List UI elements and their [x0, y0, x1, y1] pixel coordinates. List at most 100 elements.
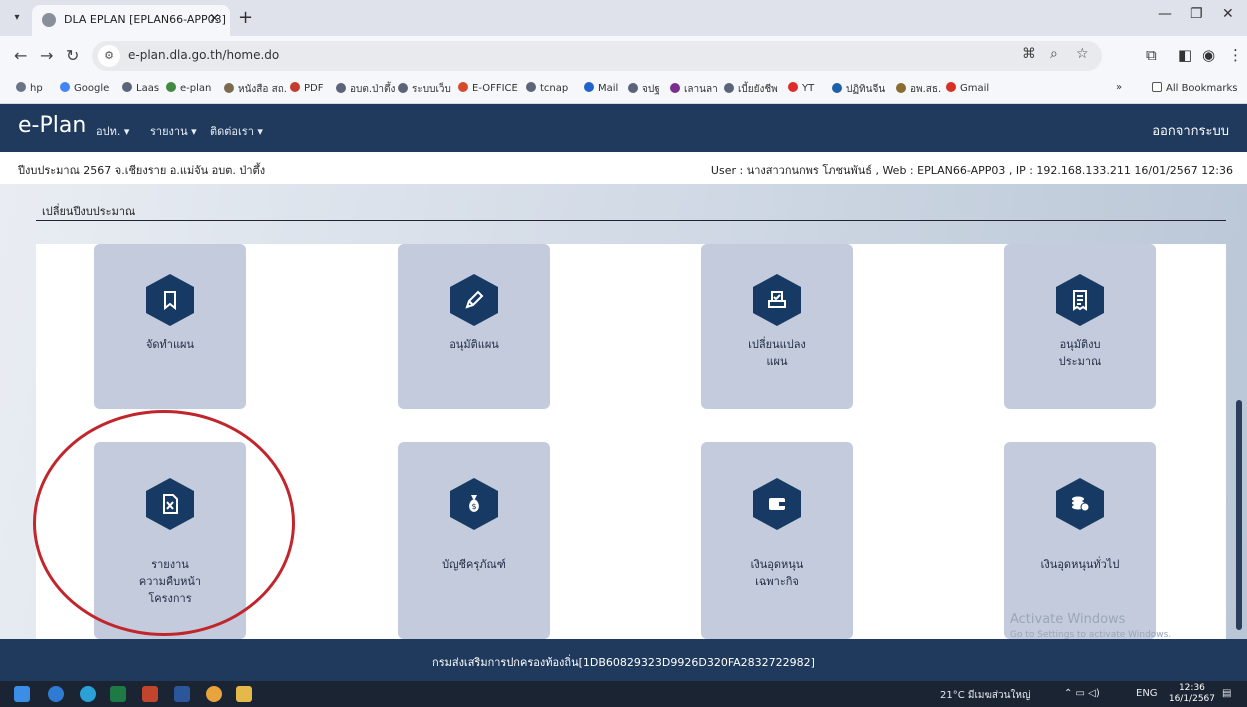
bookmark-0[interactable]: hp	[16, 82, 43, 94]
bookmark-2[interactable]: Laas	[122, 82, 159, 94]
site-favicon-icon	[42, 13, 56, 27]
url-text[interactable]: e-plan.dla.go.th/home.do	[128, 48, 279, 62]
tile-specific-grant[interactable]: เงินอุดหนุน เฉพาะกิจ	[701, 442, 853, 639]
omnibox[interactable]: ⚙ e-plan.dla.go.th/home.do ⌘ ⌕ ☆	[92, 41, 1102, 71]
windows-start-icon[interactable]	[14, 686, 30, 702]
excel-icon[interactable]	[110, 686, 126, 702]
language-indicator[interactable]: ENG	[1136, 688, 1158, 699]
tile-equipment[interactable]: $ บัญชีครุภัณฑ์	[398, 442, 550, 639]
site-info-icon[interactable]: ⚙	[98, 45, 120, 67]
windows-taskbar: 21°C มีเมฆส่วนใหญ่ ⌃ ▭ ◁) ENG 12:36 16/1/…	[0, 681, 1247, 707]
bookmark-6[interactable]: อบต.ป่าตึ้ง	[336, 82, 395, 97]
extensions-icon[interactable]: ⧉	[1146, 46, 1157, 64]
side-panel-icon[interactable]: ◧	[1178, 46, 1192, 64]
bookmark-11[interactable]: จปฐ	[628, 82, 660, 97]
tab-close-icon[interactable]: ×	[209, 11, 220, 26]
scrollbar[interactable]	[1236, 400, 1242, 630]
bookmark-1[interactable]: Google	[60, 82, 109, 94]
bookmark-17[interactable]: Gmail	[946, 82, 989, 94]
bookmark-label: ระบบเว็บ	[412, 84, 451, 95]
zoom-icon[interactable]: ⌕	[1050, 46, 1058, 62]
search-icon[interactable]	[80, 686, 96, 702]
bookmark-label: เลานลา	[684, 84, 718, 95]
forward-icon[interactable]: →	[40, 46, 53, 65]
tile-label: จัดทำแผน	[145, 338, 195, 351]
browser-tab[interactable]: DLA EPLAN [EPLAN66-APP03] ×	[32, 5, 230, 36]
bookmark-label: จปฐ	[642, 84, 660, 95]
menu-lao[interactable]: อปท. ▾	[96, 122, 129, 140]
tile-plan-approve[interactable]: อนุมัติแผน	[398, 244, 550, 409]
reload-icon[interactable]: ↻	[66, 46, 79, 65]
tile-label: เงินอุดหนุน เฉพาะกิจ	[750, 558, 804, 588]
bookmark-15[interactable]: ปฏิทินจีน	[832, 82, 885, 97]
bookmark-14[interactable]: YT	[788, 82, 814, 94]
bookmark-7[interactable]: ระบบเว็บ	[398, 82, 451, 97]
bookmark-10[interactable]: Mail	[584, 82, 618, 94]
close-window-icon[interactable]: ✕	[1222, 6, 1234, 22]
all-bookmarks[interactable]: All Bookmarks	[1152, 82, 1237, 94]
clock[interactable]: 12:36 16/1/2567	[1169, 683, 1215, 705]
back-icon[interactable]: ←	[14, 46, 27, 65]
tab-search-icon[interactable]: ▾	[8, 9, 26, 27]
maximize-icon[interactable]: ❐	[1190, 6, 1203, 22]
tile-plan-change[interactable]: เปลี่ยนแปลง แผน	[701, 244, 853, 409]
new-tab-icon[interactable]: +	[238, 7, 253, 28]
coins-icon	[1056, 478, 1104, 530]
minimize-icon[interactable]: —	[1158, 6, 1172, 22]
bookmark-label: เบี้ยยังชีพ	[738, 84, 778, 95]
bookmark-label: Laas	[136, 83, 160, 94]
bookmark-favicon-icon	[122, 82, 132, 92]
user-info: User : นางสาวกนกพร โภชนพันธ์ , Web : EPL…	[710, 164, 1233, 177]
bookmark-favicon-icon	[336, 83, 346, 93]
bookmark-label: e-plan	[180, 83, 212, 94]
bookmark-16[interactable]: อพ.สธ.	[896, 82, 941, 97]
fiscal-info: ปีงบประมาณ 2567 จ.เชียงราย อ.แม่จัน อบต.…	[18, 164, 266, 177]
bookmark-13[interactable]: เบี้ยยังชีพ	[724, 82, 778, 97]
tile-plan-create[interactable]: จัดทำแผน	[94, 244, 246, 409]
bookmark-4[interactable]: หนังสือ สถ.	[224, 82, 287, 97]
menu-icon[interactable]: ⋮	[1228, 46, 1243, 64]
bookmark-favicon-icon	[224, 83, 234, 93]
bookmark-3[interactable]: e-plan	[166, 82, 211, 94]
bookmark-favicon-icon	[946, 82, 956, 92]
bookmark-favicon-icon	[896, 83, 906, 93]
word-icon[interactable]	[174, 686, 190, 702]
file-explorer-icon[interactable]	[236, 686, 252, 702]
bookmark-label: Mail	[598, 83, 619, 94]
bookmarks-more[interactable]: »	[1116, 82, 1122, 93]
bookmark-label: E-OFFICE	[472, 83, 518, 94]
edge-icon[interactable]	[48, 686, 64, 702]
tray-icons[interactable]: ⌃ ▭ ◁)	[1064, 688, 1100, 699]
logout-button[interactable]: ออกจากระบบ	[1152, 120, 1229, 141]
bookmark-label: hp	[30, 83, 43, 94]
bookmark-favicon-icon	[458, 82, 468, 92]
change-year-link[interactable]: เปลี่ยนปีงบประมาณ	[42, 202, 135, 220]
receipt-icon	[1056, 274, 1104, 326]
translate-icon[interactable]: ⌘	[1022, 46, 1036, 62]
menu-report[interactable]: รายงาน ▾	[150, 122, 197, 140]
bookmark-label: tcnap	[540, 83, 569, 94]
bookmark-favicon-icon	[628, 83, 638, 93]
app-logo[interactable]: e-Plan	[18, 113, 86, 138]
activate-windows-title: Activate Windows	[1010, 612, 1126, 627]
tile-general-grant[interactable]: เงินอุดหนุนทั่วไป	[1004, 442, 1156, 639]
divider	[36, 220, 1226, 221]
chrome-icon[interactable]	[206, 686, 222, 702]
tile-label: อนุมัติงบ ประมาณ	[1058, 338, 1102, 368]
tile-label: อนุมัติแผน	[449, 338, 499, 351]
page-footer: กรมส่งเสริมการปกครองท้องถิ่น[1DB60829323…	[0, 639, 1247, 681]
bookmark-label: อบต.ป่าตึ้ง	[350, 84, 396, 95]
tile-budget-approve[interactable]: อนุมัติงบ ประมาณ	[1004, 244, 1156, 409]
bookmark-12[interactable]: เลานลา	[670, 82, 718, 97]
all-bookmarks-label: All Bookmarks	[1166, 83, 1238, 94]
weather-text[interactable]: 21°C มีเมฆส่วนใหญ่	[940, 688, 1030, 703]
notifications-icon[interactable]: ▤	[1222, 688, 1231, 699]
folder-icon	[1152, 82, 1162, 92]
bookmark-5[interactable]: PDF	[290, 82, 323, 94]
bookmark-9[interactable]: tcnap	[526, 82, 568, 94]
menu-contact[interactable]: ติดต่อเรา ▾	[210, 122, 263, 140]
profile-icon[interactable]: ◉	[1202, 46, 1215, 64]
powerpoint-icon[interactable]	[142, 686, 158, 702]
bookmark-8[interactable]: E-OFFICE	[458, 82, 518, 94]
bookmark-star-icon[interactable]: ☆	[1076, 46, 1089, 62]
